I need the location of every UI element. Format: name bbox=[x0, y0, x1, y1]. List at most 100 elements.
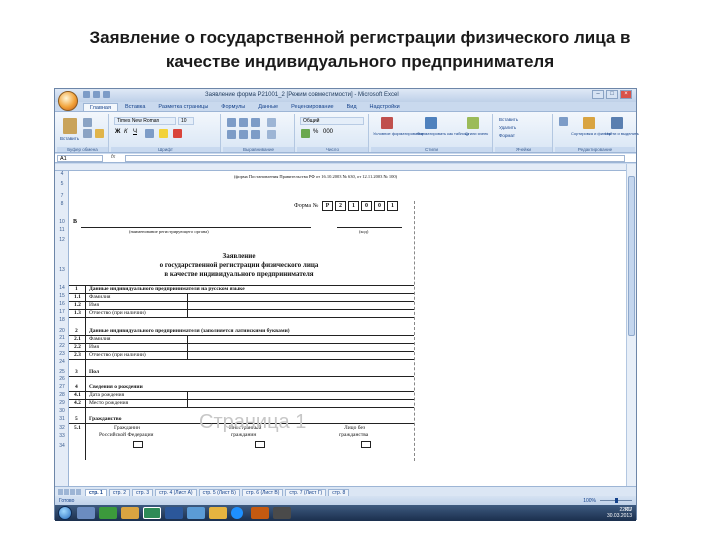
font-color-icon[interactable] bbox=[173, 129, 182, 138]
citizenship-foreign-checkbox[interactable] bbox=[255, 441, 265, 448]
cut-icon[interactable] bbox=[83, 118, 92, 127]
copy-icon[interactable] bbox=[83, 129, 92, 138]
row-number[interactable]: 31 bbox=[55, 416, 69, 422]
underline-icon[interactable]: Ч bbox=[133, 129, 137, 135]
network-icon[interactable] bbox=[187, 507, 205, 519]
undo-icon[interactable] bbox=[93, 91, 100, 98]
close-button[interactable]: × bbox=[620, 90, 632, 99]
row-number[interactable]: 30 bbox=[55, 408, 69, 414]
zoom-level[interactable]: 100% bbox=[583, 498, 596, 504]
name-box[interactable]: A1 bbox=[57, 155, 103, 162]
align-bottom-icon[interactable] bbox=[251, 118, 260, 127]
internet-explorer-icon[interactable] bbox=[231, 507, 243, 519]
italic-icon[interactable]: К bbox=[124, 129, 128, 135]
row-number[interactable]: 17 bbox=[55, 309, 69, 315]
form-code-cell[interactable]: 2 bbox=[335, 201, 346, 211]
row-number[interactable]: 13 bbox=[55, 267, 69, 273]
row-number[interactable]: 25 bbox=[55, 369, 69, 375]
row-number[interactable]: 16 bbox=[55, 301, 69, 307]
formula-input[interactable] bbox=[125, 155, 625, 162]
media-player-icon[interactable] bbox=[99, 507, 117, 519]
worksheet-grid[interactable]: 4 5 7 8 10 11 12 13 14 15 16 17 18 20 21 22 23 24 25 26 27 28… bbox=[55, 164, 628, 486]
zoom-slider[interactable] bbox=[600, 498, 632, 503]
vertical-scrollbar[interactable] bbox=[626, 164, 636, 486]
row-number[interactable]: 21 bbox=[55, 335, 69, 341]
row-number[interactable]: 7 bbox=[55, 193, 69, 199]
delete-cells-button[interactable]: Удалить bbox=[499, 125, 516, 130]
bold-icon[interactable]: Ж bbox=[115, 129, 120, 135]
sheet-content[interactable]: (форма Постановления Правительства РФ от… bbox=[69, 171, 628, 486]
messenger-icon[interactable] bbox=[209, 507, 227, 519]
explorer-icon[interactable] bbox=[77, 507, 95, 519]
system-clock[interactable]: 22:07 30.03.2013 bbox=[607, 507, 632, 519]
font-name-select[interactable]: Times New Roman bbox=[114, 117, 176, 125]
fx-icon[interactable]: fx bbox=[111, 154, 115, 160]
row-number[interactable]: 24 bbox=[55, 359, 69, 365]
row-number[interactable]: 12 bbox=[55, 237, 69, 243]
form-code-cell[interactable]: Р bbox=[322, 201, 333, 211]
autosum-icon[interactable] bbox=[559, 117, 568, 126]
form-code-cell[interactable]: 0 bbox=[374, 201, 385, 211]
borders-icon[interactable] bbox=[145, 129, 154, 138]
format-as-table-icon[interactable] bbox=[425, 117, 437, 129]
powerpoint-taskbar-icon[interactable] bbox=[251, 507, 269, 519]
row-number[interactable]: 20 bbox=[55, 328, 69, 334]
merge-cells-icon[interactable] bbox=[267, 130, 276, 139]
save-icon[interactable] bbox=[83, 91, 90, 98]
align-left-icon[interactable] bbox=[227, 130, 236, 139]
cell-styles-button[interactable]: Стили ячеек bbox=[465, 131, 488, 136]
format-as-table-button[interactable]: Форматировать как таблицу bbox=[417, 131, 469, 136]
cell-styles-icon[interactable] bbox=[467, 117, 479, 129]
last-sheet-icon[interactable] bbox=[76, 489, 81, 495]
zoom-slider-knob[interactable] bbox=[614, 498, 618, 503]
thousands-icon[interactable]: 000 bbox=[323, 129, 333, 135]
number-format-select[interactable]: Общий bbox=[300, 117, 364, 125]
row-number[interactable]: 27 bbox=[55, 384, 69, 390]
font-size-select[interactable]: 10 bbox=[178, 117, 194, 125]
form-code-cell[interactable]: 1 bbox=[387, 201, 398, 211]
row-number[interactable]: 14 bbox=[55, 285, 69, 291]
app-taskbar-icon[interactable] bbox=[273, 507, 291, 519]
currency-icon[interactable] bbox=[301, 129, 310, 138]
citizenship-stateless-checkbox[interactable] bbox=[361, 441, 371, 448]
row-number[interactable]: 33 bbox=[55, 433, 69, 439]
insert-cells-button[interactable]: Вставить bbox=[499, 117, 518, 122]
fill-color-icon[interactable] bbox=[159, 129, 168, 138]
find-select-icon[interactable] bbox=[611, 117, 623, 129]
align-right-icon[interactable] bbox=[251, 130, 260, 139]
sort-filter-icon[interactable] bbox=[583, 117, 595, 129]
conditional-formatting-icon[interactable] bbox=[381, 117, 393, 129]
format-cells-button[interactable]: Формат bbox=[499, 133, 515, 138]
row-number[interactable]: 26 bbox=[55, 376, 69, 382]
row-number[interactable]: 32 bbox=[55, 425, 69, 431]
excel-taskbar-icon[interactable] bbox=[143, 507, 161, 519]
find-select-button[interactable]: Найти и выделить bbox=[605, 131, 639, 136]
prev-sheet-icon[interactable] bbox=[64, 489, 69, 495]
scrollbar-thumb[interactable] bbox=[628, 176, 635, 336]
row-number[interactable]: 15 bbox=[55, 293, 69, 299]
word-taskbar-icon[interactable] bbox=[165, 507, 183, 519]
minimize-button[interactable]: – bbox=[592, 90, 604, 99]
next-sheet-icon[interactable] bbox=[70, 489, 75, 495]
start-button[interactable] bbox=[58, 506, 72, 520]
paste-icon[interactable] bbox=[63, 118, 77, 134]
paste-button[interactable]: Вставить bbox=[60, 136, 79, 141]
row-number[interactable]: 5 bbox=[55, 181, 69, 187]
align-top-icon[interactable] bbox=[227, 118, 236, 127]
percent-icon[interactable]: % bbox=[313, 129, 318, 135]
citizenship-rf-checkbox[interactable] bbox=[133, 441, 143, 448]
format-painter-icon[interactable] bbox=[95, 129, 104, 138]
row-number[interactable]: 34 bbox=[55, 443, 69, 449]
wrap-text-icon[interactable] bbox=[267, 118, 276, 127]
row-number[interactable]: 10 bbox=[55, 219, 69, 225]
first-sheet-icon[interactable] bbox=[58, 489, 63, 495]
row-number[interactable]: 18 bbox=[55, 317, 69, 323]
office-button[interactable] bbox=[58, 91, 78, 111]
maximize-button[interactable]: □ bbox=[606, 90, 618, 99]
row-number[interactable]: 23 bbox=[55, 351, 69, 357]
form-code-cell[interactable]: 0 bbox=[361, 201, 372, 211]
row-number[interactable]: 28 bbox=[55, 392, 69, 398]
align-middle-icon[interactable] bbox=[239, 118, 248, 127]
row-number[interactable]: 4 bbox=[55, 171, 69, 177]
redo-icon[interactable] bbox=[103, 91, 110, 98]
